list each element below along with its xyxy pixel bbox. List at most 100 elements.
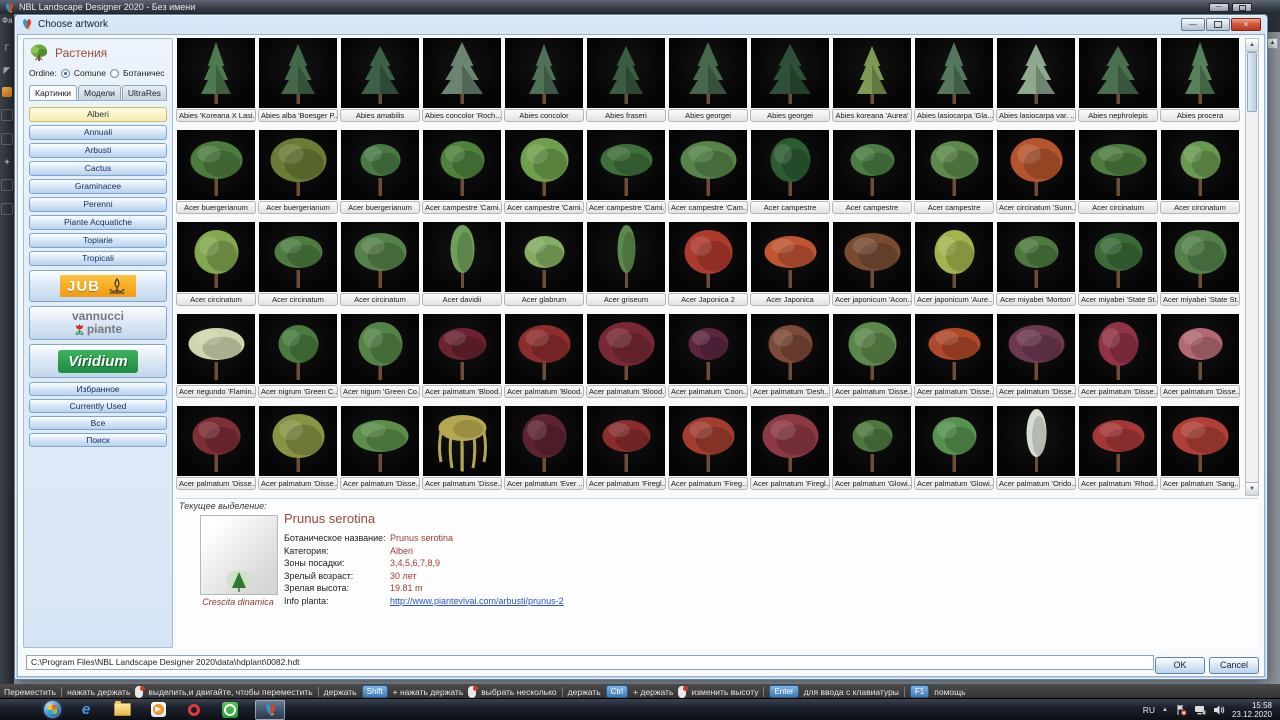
- tool-icon[interactable]: [1, 179, 13, 191]
- plant-thumbnail[interactable]: [997, 406, 1075, 476]
- plant-thumbnail[interactable]: [177, 222, 255, 292]
- plant-cell[interactable]: Acer palmatum 'Fireg...: [668, 406, 748, 490]
- plant-cell[interactable]: Acer miyabei 'State St...: [1160, 222, 1240, 306]
- plant-cell[interactable]: Acer circinatum: [258, 222, 338, 306]
- plant-thumbnail[interactable]: [751, 314, 829, 384]
- dialog-minimize-button[interactable]: —: [1181, 18, 1205, 31]
- plant-cell[interactable]: Acer palmatum 'Disse...: [832, 314, 912, 398]
- cancel-button[interactable]: Cancel: [1209, 657, 1259, 674]
- plant-cell[interactable]: Acer palmatum 'Blood...: [504, 314, 584, 398]
- category-button-topiarie[interactable]: Topiarie: [29, 233, 167, 248]
- plant-thumbnail[interactable]: [587, 406, 665, 476]
- plant-cell[interactable]: Acer palmatum 'Ever ...: [504, 406, 584, 490]
- plant-cell[interactable]: Abies procera: [1160, 38, 1240, 122]
- plant-thumbnail[interactable]: [915, 314, 993, 384]
- plant-thumbnail[interactable]: [1161, 314, 1239, 384]
- plant-cell[interactable]: Acer palmatum 'Coon...: [668, 314, 748, 398]
- plant-cell[interactable]: Acer palmatum 'Rhod...: [1078, 406, 1158, 490]
- plant-cell[interactable]: Abies lasiocarpa var. ...: [996, 38, 1076, 122]
- plant-cell[interactable]: Acer palmatum 'Glowi...: [832, 406, 912, 490]
- plant-thumbnail[interactable]: [505, 406, 583, 476]
- active-tool-icon[interactable]: [2, 87, 12, 97]
- plant-cell[interactable]: Acer glabrum: [504, 222, 584, 306]
- hand-tool-icon[interactable]: ✦: [2, 157, 12, 167]
- plant-cell[interactable]: Acer palmatum 'Disse...: [1160, 314, 1240, 398]
- plant-thumbnail[interactable]: [669, 38, 747, 108]
- plant-thumbnail[interactable]: [1161, 130, 1239, 200]
- field-value-link[interactable]: http://www.piantevivai.com/arbusti/prunu…: [390, 595, 564, 608]
- plant-cell[interactable]: Acer palmatum 'Glowi...: [914, 406, 994, 490]
- taskbar-item-nbl-active[interactable]: [255, 700, 285, 720]
- plant-cell[interactable]: Acer campestre 'Cam...: [668, 130, 748, 214]
- plant-thumbnail[interactable]: [177, 38, 255, 108]
- tab-ultrares[interactable]: UltraRes: [122, 85, 167, 100]
- dialog-titlebar[interactable]: Choose artwork — ×: [15, 15, 1267, 33]
- plant-thumbnail[interactable]: [751, 38, 829, 108]
- plant-thumbnail[interactable]: [1079, 314, 1157, 384]
- plant-cell[interactable]: Abies georgei: [750, 38, 830, 122]
- plant-thumbnail[interactable]: [751, 222, 829, 292]
- plant-cell[interactable]: Acer circinatum: [1160, 130, 1240, 214]
- plant-thumbnail[interactable]: [833, 38, 911, 108]
- plant-cell[interactable]: Abies concolor 'Roch...: [422, 38, 502, 122]
- plant-cell[interactable]: Acer miyabei 'State St...: [1078, 222, 1158, 306]
- window-minimize-button[interactable]: —: [1209, 3, 1229, 12]
- pointer-tool-icon[interactable]: ◤: [2, 65, 12, 75]
- ok-button[interactable]: OK: [1155, 657, 1205, 674]
- taskbar-item-recorder[interactable]: [219, 700, 241, 719]
- taskbar-item-ie[interactable]: e: [75, 700, 97, 719]
- plant-thumbnail[interactable]: [1161, 222, 1239, 292]
- plant-thumbnail[interactable]: [423, 406, 501, 476]
- plant-thumbnail[interactable]: [587, 222, 665, 292]
- plant-thumbnail[interactable]: [833, 130, 911, 200]
- plant-thumbnail[interactable]: [259, 406, 337, 476]
- plant-cell[interactable]: Acer palmatum 'Disse...: [914, 314, 994, 398]
- plant-thumbnail[interactable]: [1079, 38, 1157, 108]
- plant-thumbnail[interactable]: [423, 38, 501, 108]
- plant-thumbnail[interactable]: [505, 222, 583, 292]
- plant-cell[interactable]: Abies concolor: [504, 38, 584, 122]
- radio-botanico-label[interactable]: Ботаничес: [123, 68, 165, 78]
- plant-cell[interactable]: Acer japonicum 'Aure...: [914, 222, 994, 306]
- start-button[interactable]: [44, 701, 61, 718]
- plant-thumbnail[interactable]: [997, 222, 1075, 292]
- plant-thumbnail[interactable]: [833, 406, 911, 476]
- plant-cell[interactable]: Acer davidii: [422, 222, 502, 306]
- plant-thumbnail[interactable]: [833, 222, 911, 292]
- plant-thumbnail[interactable]: [1161, 406, 1239, 476]
- plant-thumbnail[interactable]: [915, 222, 993, 292]
- plant-thumbnail[interactable]: [587, 130, 665, 200]
- sidebar-button-все[interactable]: Все: [29, 416, 167, 430]
- category-button-arbusti[interactable]: Arbusti: [29, 143, 167, 158]
- plant-thumbnail[interactable]: [915, 130, 993, 200]
- plant-cell[interactable]: Acer circinatum: [176, 222, 256, 306]
- dialog-close-button[interactable]: ×: [1231, 18, 1261, 31]
- category-button-alberi[interactable]: Alberi: [29, 107, 167, 122]
- plant-cell[interactable]: Acer circinatum: [340, 222, 420, 306]
- plant-cell[interactable]: Abies alba 'Boesger P...: [258, 38, 338, 122]
- plant-cell[interactable]: Abies lasiocarpa 'Gla...: [914, 38, 994, 122]
- plant-cell[interactable]: Acer Japonica 2: [668, 222, 748, 306]
- plant-thumbnail[interactable]: [341, 130, 419, 200]
- category-button-graminacee[interactable]: Graminacee: [29, 179, 167, 194]
- plant-cell[interactable]: Acer campestre: [750, 130, 830, 214]
- tool-icon[interactable]: [1, 203, 13, 215]
- tray-flag-icon[interactable]: [1175, 704, 1187, 716]
- radio-comune-icon[interactable]: [61, 69, 70, 78]
- plant-cell[interactable]: Acer palmatum 'Disse...: [1078, 314, 1158, 398]
- plant-cell[interactable]: Acer nigrum 'Green C...: [258, 314, 338, 398]
- tray-network-icon[interactable]: [1194, 704, 1206, 716]
- window-restore-button[interactable]: [1232, 3, 1252, 12]
- plant-thumbnail[interactable]: [177, 406, 255, 476]
- plant-cell[interactable]: Acer campestre 'Cami...: [586, 130, 666, 214]
- dialog-maximize-button[interactable]: [1206, 18, 1230, 31]
- taskbar-item-media-player[interactable]: ▶: [147, 700, 169, 719]
- plant-cell[interactable]: Abies georgei: [668, 38, 748, 122]
- plant-thumbnail[interactable]: [259, 130, 337, 200]
- radio-botanico-icon[interactable]: [110, 69, 119, 78]
- plant-cell[interactable]: Acer buergerianum: [176, 130, 256, 214]
- plant-cell[interactable]: Acer palmatum 'Disse...: [996, 314, 1076, 398]
- sidebar-button-currently-used[interactable]: Currently Used: [29, 399, 167, 413]
- plant-cell[interactable]: Acer griseum: [586, 222, 666, 306]
- plant-cell[interactable]: Acer palmatum 'Firegl...: [586, 406, 666, 490]
